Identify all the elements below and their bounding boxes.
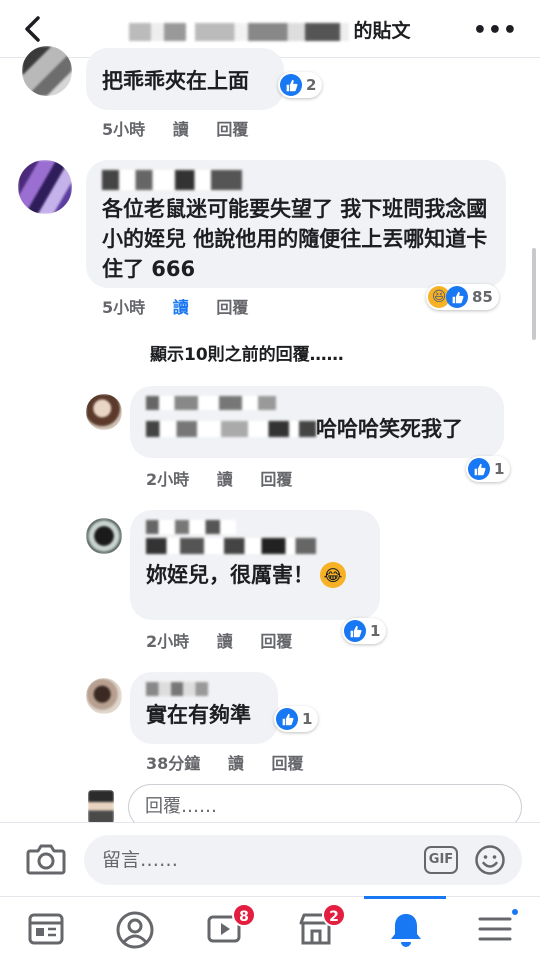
reaction-badge[interactable]: 1 bbox=[342, 618, 387, 644]
comment-bubble[interactable]: 把乖乖夾在上面 bbox=[86, 48, 284, 110]
more-options-icon[interactable]: ••• bbox=[473, 18, 518, 43]
nav-menu[interactable] bbox=[476, 907, 520, 949]
reaction-badge[interactable]: 2 bbox=[278, 72, 323, 98]
reply-time: 2小時 bbox=[146, 632, 190, 651]
read-link[interactable]: 讀 bbox=[173, 120, 189, 139]
avatar[interactable] bbox=[18, 160, 72, 214]
marketplace-notification-badge: 2 bbox=[322, 903, 346, 927]
nav-news-feed[interactable] bbox=[26, 909, 68, 949]
comment-composer: 留言…… GIF bbox=[0, 822, 540, 896]
reply-text: 實在有夠準 bbox=[146, 703, 251, 727]
gif-button[interactable]: GIF bbox=[424, 846, 458, 874]
title-suffix: 的貼文 bbox=[353, 20, 411, 42]
reaction-count: 1 bbox=[494, 460, 505, 478]
avatar[interactable] bbox=[86, 678, 122, 714]
comment-text: 把乖乖夾在上面 bbox=[102, 69, 249, 93]
like-icon bbox=[280, 74, 302, 96]
page-title: 的貼文 bbox=[60, 16, 480, 43]
reply-text: 妳姪兒，很厲害！ bbox=[146, 563, 314, 587]
read-link[interactable]: 讀 bbox=[173, 298, 189, 317]
reaction-count: 85 bbox=[472, 288, 493, 306]
reaction-count: 2 bbox=[306, 76, 317, 94]
news-feed-icon bbox=[28, 913, 64, 945]
comment-input-placeholder: 留言…… bbox=[102, 849, 179, 871]
reaction-count: 1 bbox=[370, 622, 381, 640]
read-link[interactable]: 讀 bbox=[228, 754, 244, 773]
my-avatar bbox=[88, 790, 114, 824]
bottom-navigation: 8 2 bbox=[0, 896, 540, 960]
nav-marketplace[interactable]: 2 bbox=[296, 903, 346, 949]
camera-icon[interactable] bbox=[26, 841, 66, 877]
comment-time: 5小時 bbox=[102, 298, 146, 317]
nav-notifications[interactable] bbox=[386, 909, 428, 949]
back-arrow-icon[interactable] bbox=[18, 14, 48, 44]
reply-link[interactable]: 回覆 bbox=[260, 632, 292, 651]
blurred-commenter-name bbox=[102, 170, 242, 190]
reaction-badge[interactable]: 😆 85 bbox=[426, 284, 499, 310]
reply-link[interactable]: 回覆 bbox=[216, 120, 248, 139]
comment-input[interactable]: 留言…… GIF bbox=[84, 835, 522, 885]
scrollbar[interactable] bbox=[532, 248, 536, 340]
tears-of-joy-emoji-icon: 😂 bbox=[320, 562, 346, 588]
comment-text: 各位老鼠迷可能要失望了 我下班問我念國小的姪兒 他說他用的隨便往上丟哪知道卡住了… bbox=[102, 197, 488, 281]
reply-link[interactable]: 回覆 bbox=[271, 754, 303, 773]
like-icon bbox=[446, 286, 468, 308]
blurred-commenter-name bbox=[146, 396, 276, 410]
read-link[interactable]: 讀 bbox=[217, 470, 233, 489]
nav-profile[interactable] bbox=[114, 909, 156, 949]
blurred-commenter-name bbox=[146, 682, 208, 696]
comment-meta: 5小時 讀 回覆 bbox=[102, 294, 270, 318]
like-icon bbox=[468, 458, 490, 480]
comment-bubble[interactable]: 各位老鼠迷可能要失望了 我下班問我念國小的姪兒 他說他用的隨便往上丟哪知道卡住了… bbox=[86, 160, 506, 288]
reply-bubble[interactable]: 妳姪兒，很厲害！ 😂 bbox=[130, 510, 380, 620]
reaction-badge[interactable]: 1 bbox=[466, 456, 511, 482]
avatar[interactable] bbox=[86, 518, 122, 554]
like-icon bbox=[276, 708, 298, 730]
reply-bubble[interactable]: 實在有夠準 bbox=[130, 672, 278, 744]
reply-meta: 2小時 讀 回覆 bbox=[146, 628, 314, 652]
read-link[interactable]: 讀 bbox=[217, 632, 233, 651]
menu-new-indicator bbox=[510, 907, 520, 917]
blurred-mention bbox=[146, 538, 316, 554]
reply-link[interactable]: 回覆 bbox=[216, 298, 248, 317]
reply-time: 38分鐘 bbox=[146, 754, 201, 773]
reply-meta: 38分鐘 讀 回覆 bbox=[146, 750, 325, 774]
like-icon bbox=[344, 620, 366, 642]
emoji-icon[interactable] bbox=[474, 844, 506, 876]
blurred-commenter-name bbox=[146, 520, 236, 534]
avatar[interactable] bbox=[86, 394, 122, 430]
reply-text-row: 妳姪兒，很厲害！ 😂 bbox=[146, 560, 364, 590]
comment-time: 5小時 bbox=[102, 120, 146, 139]
comment-meta: 5小時 讀 回覆 bbox=[102, 116, 270, 140]
profile-icon bbox=[116, 911, 154, 949]
reply-link[interactable]: 回覆 bbox=[260, 470, 292, 489]
reply-text: 哈哈哈笑死我了 bbox=[316, 417, 463, 441]
avatar[interactable] bbox=[22, 46, 72, 96]
reply-time: 2小時 bbox=[146, 470, 190, 489]
show-previous-replies-link[interactable]: 顯示10則之前的回覆…… bbox=[150, 340, 344, 365]
active-tab-indicator bbox=[364, 896, 446, 899]
reaction-count: 1 bbox=[302, 710, 313, 728]
reaction-badge[interactable]: 1 bbox=[274, 706, 319, 732]
reply-bubble[interactable]: 哈哈哈笑死我了 bbox=[130, 386, 504, 458]
blurred-mention bbox=[146, 421, 316, 437]
bell-icon bbox=[391, 914, 421, 947]
watch-notification-badge: 8 bbox=[232, 903, 256, 927]
blurred-author-name bbox=[129, 22, 350, 41]
reply-text-row: 哈哈哈笑死我了 bbox=[146, 414, 488, 444]
nav-watch[interactable]: 8 bbox=[206, 903, 256, 949]
reply-meta: 2小時 讀 回覆 bbox=[146, 466, 314, 490]
